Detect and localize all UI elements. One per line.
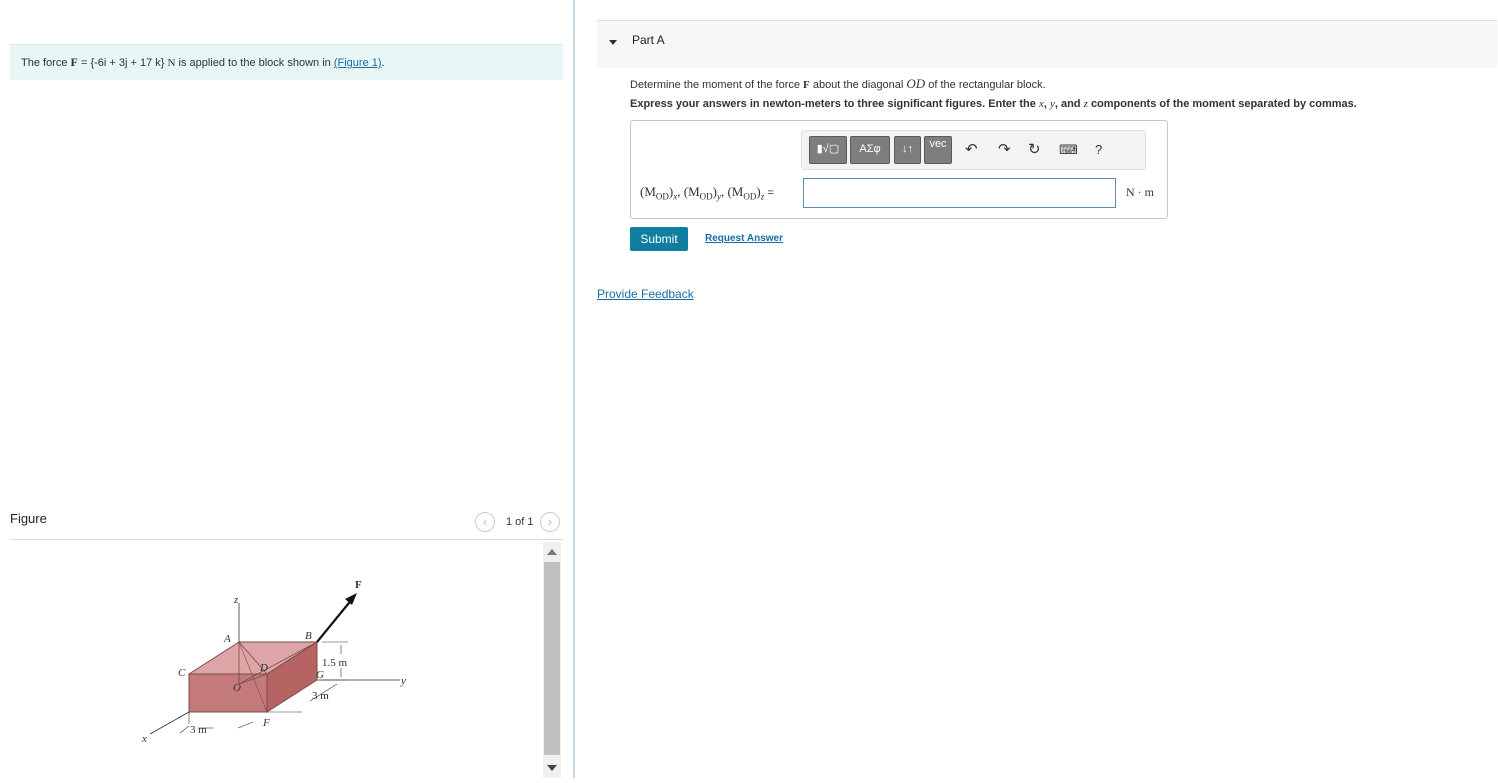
help-button[interactable]: ?: [1095, 141, 1102, 159]
label-m1: (M: [640, 184, 656, 199]
problem-statement: The force F = {-6i + 3j + 17 k} N is app…: [10, 44, 563, 80]
question-diagonal: OD: [906, 76, 926, 91]
part-title: Part A: [632, 33, 665, 47]
answer-input[interactable]: [803, 178, 1116, 208]
scroll-down-icon[interactable]: [547, 765, 557, 771]
figure-scrollbar[interactable]: [543, 542, 561, 778]
math-toolbar: ▮√▢ ΑΣφ ↓↑ vec ↶ ↷ ↻ ⌨ ?: [801, 130, 1146, 170]
problem-period: .: [381, 57, 385, 69]
part-a-header[interactable]: Part A: [597, 20, 1497, 68]
provide-feedback-link[interactable]: Provide Feedback: [597, 287, 694, 301]
force-unit: N: [167, 57, 176, 69]
label-axis-z: z: [760, 191, 765, 202]
figure-link[interactable]: (Figure 1): [334, 57, 382, 69]
chevron-left-icon[interactable]: ‹: [475, 512, 495, 532]
block-diagram: F z A B C D O G F x y 1.5 m 3 m 3 m: [141, 579, 406, 745]
label-G: G: [316, 669, 324, 681]
instruction-text: Express your answers in newton-meters to…: [630, 98, 1357, 110]
label-axis-y: y: [716, 191, 721, 202]
redo-icon[interactable]: ↷: [998, 141, 1011, 159]
label-D: D: [259, 662, 268, 674]
left-pane: The force F = {-6i + 3j + 17 k} N is app…: [0, 0, 573, 778]
figure-header: Figure ‹ 1 of 1 ›: [10, 506, 563, 540]
question-text: Determine the moment of the force F abou…: [630, 76, 1046, 92]
pane-divider[interactable]: [573, 0, 575, 778]
label-m2: (M: [683, 184, 700, 199]
templates-button[interactable]: ▮√▢: [809, 136, 847, 164]
units-label: N · m: [1126, 185, 1154, 199]
label-sub2: OD: [699, 191, 713, 202]
label-sub1: OD: [655, 191, 669, 202]
instruction-sep1: ,: [1043, 98, 1047, 110]
label-B: B: [305, 630, 312, 642]
question-mid: about the diagonal: [812, 79, 904, 91]
request-answer-link[interactable]: Request Answer: [705, 233, 783, 244]
answer-box: ▮√▢ ΑΣφ ↓↑ vec ↶ ↷ ↻ ⌨ ? (MOD)x, (MOD)y,…: [630, 120, 1168, 219]
collapse-caret-icon[interactable]: [609, 40, 617, 45]
reset-icon[interactable]: ↻: [1028, 141, 1041, 159]
label-dim-height: 1.5 m: [322, 657, 348, 669]
label-equals: =: [767, 187, 774, 199]
submit-button[interactable]: Submit: [630, 227, 688, 251]
answer-label: (MOD)x, (MOD)y, (MOD)z =: [640, 184, 774, 202]
label-O: O: [233, 682, 241, 694]
problem-text-after: is applied to the block shown in: [178, 57, 331, 69]
label-F: F: [355, 579, 362, 591]
question-force: F: [803, 79, 810, 91]
label-dim-width: 3 m: [312, 690, 329, 702]
label-sub3: OD: [743, 191, 757, 202]
greek-button[interactable]: ΑΣφ: [850, 136, 890, 164]
figure-body: F z A B C D O G F x y 1.5 m 3 m 3 m: [10, 541, 563, 778]
label-F-point: F: [262, 717, 270, 729]
problem-text-before: The force: [21, 57, 68, 69]
label-x: x: [141, 733, 147, 745]
force-vector: {-6i + 3j + 17 k}: [90, 57, 165, 69]
figure-title: Figure: [10, 511, 47, 526]
label-C: C: [178, 667, 186, 679]
question-post: of the rectangular block.: [928, 79, 1046, 91]
undo-icon[interactable]: ↶: [965, 141, 978, 159]
scroll-up-icon[interactable]: [547, 549, 557, 555]
instruction-pre: Express your answers in newton-meters to…: [630, 98, 1036, 110]
chevron-right-icon[interactable]: ›: [540, 512, 560, 532]
force-symbol: F: [70, 55, 78, 69]
scroll-thumb[interactable]: [544, 562, 560, 755]
force-arrow: [316, 597, 354, 643]
block-front-face: [188, 673, 268, 713]
problem-equals: =: [80, 57, 88, 69]
label-y: y: [400, 675, 406, 687]
label-z: z: [233, 594, 239, 606]
arrows-button[interactable]: ↓↑: [894, 136, 921, 164]
instruction-post: components of the moment separated by co…: [1090, 98, 1357, 110]
question-pre: Determine the moment of the force: [630, 79, 800, 91]
instruction-sep2: , and: [1054, 98, 1081, 110]
label-axis-x: x: [673, 191, 678, 202]
keyboard-icon[interactable]: ⌨: [1059, 141, 1078, 159]
figure-pager: 1 of 1: [506, 516, 534, 528]
label-dim-length: 3 m: [190, 724, 207, 736]
label-m3: (M: [727, 184, 744, 199]
instruction-z: z: [1083, 98, 1088, 110]
vec-button[interactable]: vec: [924, 136, 952, 164]
label-A: A: [223, 633, 231, 645]
